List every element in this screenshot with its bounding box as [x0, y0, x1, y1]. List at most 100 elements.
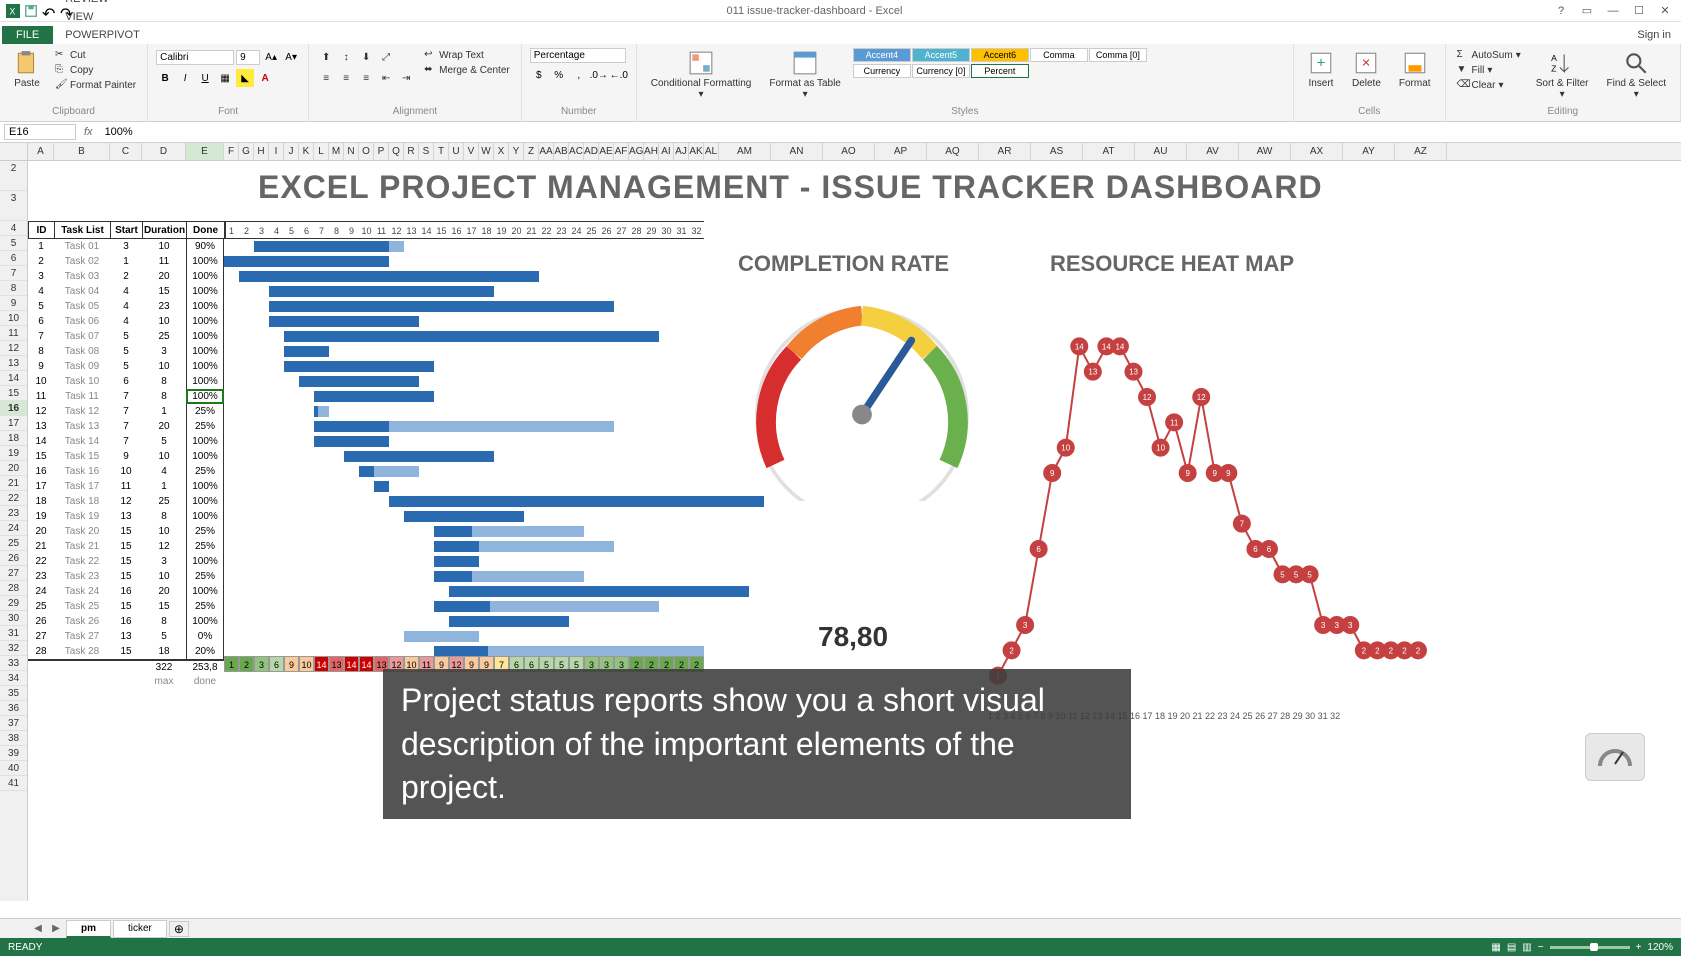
name-box[interactable] — [4, 124, 76, 140]
worksheet[interactable]: EXCEL PROJECT MANAGEMENT - ISSUE TRACKER… — [28, 161, 1681, 901]
font-color-button[interactable]: A — [256, 69, 274, 87]
italic-button[interactable]: I — [176, 69, 194, 87]
wrap-text-button[interactable]: ↩Wrap Text — [421, 48, 513, 62]
bold-button[interactable]: B — [156, 69, 174, 87]
col-F[interactable]: F — [224, 143, 239, 160]
col-AG[interactable]: AG — [629, 143, 644, 160]
col-AZ[interactable]: AZ — [1395, 143, 1447, 160]
task-row[interactable]: 18Task 181225100% — [28, 494, 226, 509]
task-row[interactable]: 2Task 02111100% — [28, 254, 226, 269]
style-accent6[interactable]: Accent6 — [971, 48, 1029, 62]
align-bot-icon[interactable]: ⬇ — [357, 48, 375, 66]
zoom-out-icon[interactable]: − — [1538, 942, 1544, 953]
task-row[interactable]: 20Task 20151025% — [28, 524, 226, 539]
col-AV[interactable]: AV — [1187, 143, 1239, 160]
task-row[interactable]: 25Task 25151525% — [28, 599, 226, 614]
col-B[interactable]: B — [54, 143, 110, 160]
col-AW[interactable]: AW — [1239, 143, 1291, 160]
task-row[interactable]: 12Task 127125% — [28, 404, 226, 419]
col-X[interactable]: X — [494, 143, 509, 160]
col-AS[interactable]: AS — [1031, 143, 1083, 160]
col-AE[interactable]: AE — [599, 143, 614, 160]
row-37[interactable]: 37 — [0, 716, 27, 731]
col-H[interactable]: H — [254, 143, 269, 160]
row-28[interactable]: 28 — [0, 581, 27, 596]
row-16[interactable]: 16 — [0, 401, 27, 416]
task-row[interactable]: 21Task 21151225% — [28, 539, 226, 554]
indent-dec-icon[interactable]: ⇤ — [377, 69, 395, 87]
dec-decimal-icon[interactable]: ←.0 — [610, 66, 628, 84]
row-5[interactable]: 5 — [0, 236, 27, 251]
number-format-select[interactable] — [530, 48, 626, 63]
font-name-select[interactable] — [156, 50, 234, 65]
view-break-icon[interactable]: ▥ — [1522, 942, 1531, 953]
col-Y[interactable]: Y — [509, 143, 524, 160]
paste-button[interactable]: Paste — [8, 48, 46, 91]
row-17[interactable]: 17 — [0, 416, 27, 431]
col-A[interactable]: A — [28, 143, 54, 160]
row-3[interactable]: 3 — [0, 191, 27, 221]
sheet-nav-next[interactable]: ▶ — [48, 923, 64, 934]
row-14[interactable]: 14 — [0, 371, 27, 386]
col-AT[interactable]: AT — [1083, 143, 1135, 160]
row-31[interactable]: 31 — [0, 626, 27, 641]
task-row[interactable]: 3Task 03220100% — [28, 269, 226, 284]
shrink-font-icon[interactable]: A▾ — [282, 48, 300, 66]
row-24[interactable]: 24 — [0, 521, 27, 536]
task-row[interactable]: 8Task 0853100% — [28, 344, 226, 359]
col-AJ[interactable]: AJ — [674, 143, 689, 160]
col-AM[interactable]: AM — [719, 143, 771, 160]
copy-button[interactable]: ⎘Copy — [52, 63, 139, 77]
task-row[interactable]: 24Task 241620100% — [28, 584, 226, 599]
align-right-icon[interactable]: ≡ — [357, 69, 375, 87]
task-row[interactable]: 14Task 1475100% — [28, 434, 226, 449]
underline-button[interactable]: U — [196, 69, 214, 87]
row-12[interactable]: 12 — [0, 341, 27, 356]
conditional-formatting-button[interactable]: Conditional Formatting ▾ — [645, 48, 758, 102]
row-21[interactable]: 21 — [0, 476, 27, 491]
col-AD[interactable]: AD — [584, 143, 599, 160]
row-34[interactable]: 34 — [0, 671, 27, 686]
fx-icon[interactable]: fx — [76, 126, 101, 138]
find-select-button[interactable]: Find & Select ▾ — [1601, 48, 1672, 102]
delete-cells-button[interactable]: ×Delete — [1346, 48, 1387, 91]
task-row[interactable]: 26Task 26168100% — [28, 614, 226, 629]
row-20[interactable]: 20 — [0, 461, 27, 476]
row-29[interactable]: 29 — [0, 596, 27, 611]
tab-review[interactable]: REVIEW — [53, 0, 153, 8]
task-row[interactable]: 1Task 0131090% — [28, 239, 226, 254]
row-10[interactable]: 10 — [0, 311, 27, 326]
task-row[interactable]: 17Task 17111100% — [28, 479, 226, 494]
indent-inc-icon[interactable]: ⇥ — [397, 69, 415, 87]
zoom-in-icon[interactable]: + — [1636, 942, 1642, 953]
row-36[interactable]: 36 — [0, 701, 27, 716]
col-AK[interactable]: AK — [689, 143, 704, 160]
align-top-icon[interactable]: ⬆ — [317, 48, 335, 66]
col-AL[interactable]: AL — [704, 143, 719, 160]
fill-button[interactable]: ▼Fill ▾ — [1454, 63, 1524, 77]
task-row[interactable]: 13Task 1372025% — [28, 419, 226, 434]
col-M[interactable]: M — [329, 143, 344, 160]
col-Q[interactable]: Q — [389, 143, 404, 160]
row-33[interactable]: 33 — [0, 656, 27, 671]
task-row[interactable]: 22Task 22153100% — [28, 554, 226, 569]
col-J[interactable]: J — [284, 143, 299, 160]
align-mid-icon[interactable]: ↕ — [337, 48, 355, 66]
col-R[interactable]: R — [404, 143, 419, 160]
row-26[interactable]: 26 — [0, 551, 27, 566]
row-19[interactable]: 19 — [0, 446, 27, 461]
col-AH[interactable]: AH — [644, 143, 659, 160]
col-AO[interactable]: AO — [823, 143, 875, 160]
inc-decimal-icon[interactable]: .0→ — [590, 66, 608, 84]
tab-view[interactable]: VIEW — [53, 8, 153, 26]
col-N[interactable]: N — [344, 143, 359, 160]
row-13[interactable]: 13 — [0, 356, 27, 371]
row-30[interactable]: 30 — [0, 611, 27, 626]
row-38[interactable]: 38 — [0, 731, 27, 746]
col-O[interactable]: O — [359, 143, 374, 160]
task-row[interactable]: 19Task 19138100% — [28, 509, 226, 524]
save-icon[interactable] — [24, 4, 38, 18]
orientation-icon[interactable]: ⤢ — [377, 48, 395, 66]
fill-color-button[interactable]: ◣ — [236, 69, 254, 87]
row-25[interactable]: 25 — [0, 536, 27, 551]
